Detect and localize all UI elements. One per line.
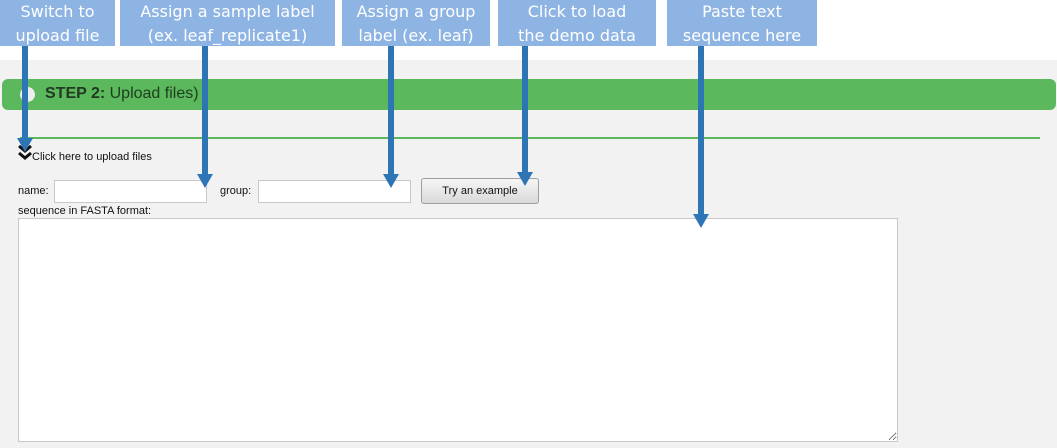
callout-paste-sequence: Paste text sequence here: [667, 0, 817, 46]
callout-switch-upload: Switch to upload file: [0, 0, 115, 46]
arrow-down-icon: [17, 46, 33, 152]
callout-line: Assign a group: [356, 2, 476, 21]
callout-line: (ex. leaf_replicate1): [147, 26, 308, 45]
arrow-down-icon: [383, 46, 399, 188]
callout-demo-data: Click to load the demo data: [498, 0, 656, 46]
upload-toggle-link[interactable]: Click here to upload files: [32, 151, 152, 163]
step-title: STEP 2: Upload files): [45, 85, 199, 103]
step-title-text: Upload files): [109, 85, 199, 102]
callout-sample-label: Assign a sample label (ex. leaf_replicat…: [120, 0, 335, 46]
arrow-down-icon: [517, 46, 533, 186]
step-number: STEP 2:: [45, 85, 106, 102]
callout-group-label: Assign a group label (ex. leaf): [342, 0, 490, 46]
name-input[interactable]: [54, 180, 207, 203]
callout-line: Click to load: [527, 2, 627, 21]
arrow-down-icon: [693, 46, 709, 228]
arrow-down-icon: [197, 46, 213, 188]
callout-line: Paste text: [702, 2, 782, 21]
callout-line: Assign a sample label: [140, 2, 315, 21]
callout-line: Switch to: [20, 2, 95, 21]
name-label: name:: [18, 185, 49, 197]
callout-line: sequence here: [682, 26, 802, 45]
callout-line: label (ex. leaf): [358, 26, 474, 45]
callout-line: upload file: [15, 26, 100, 45]
sequence-textarea[interactable]: [18, 218, 898, 442]
callout-line: the demo data: [518, 26, 636, 45]
sequence-label: sequence in FASTA format:: [18, 205, 152, 217]
group-label: group:: [220, 185, 252, 197]
